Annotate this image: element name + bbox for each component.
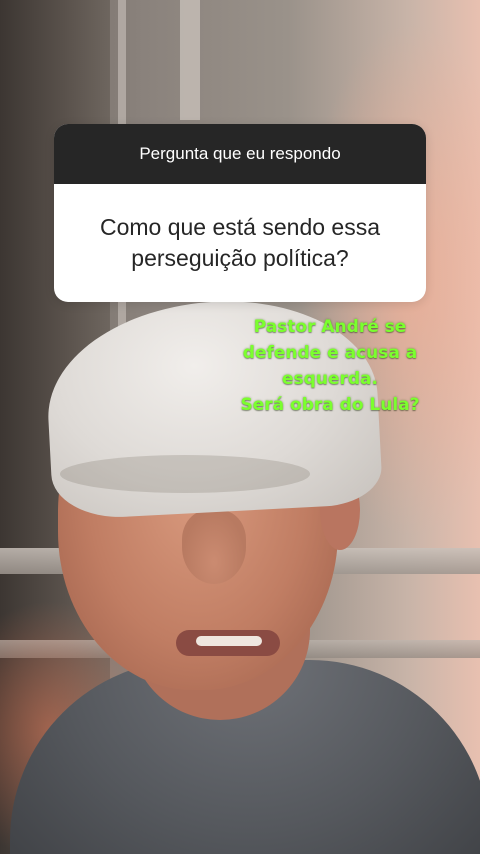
cap-brim-shadow [60, 455, 310, 493]
question-sticker-header: Pergunta que eu respondo [54, 124, 426, 184]
green-caption: Pastor André se defende e acusa a esquer… [222, 314, 438, 418]
person-teeth [196, 636, 262, 646]
question-text-line1: Como que está sendo essa [99, 213, 380, 240]
question-sticker-body: Como que está sendo essa perseguição pol… [54, 184, 426, 302]
caption-line1: Pastor André se [253, 317, 407, 337]
caption-line2: defende e acusa a [242, 343, 418, 363]
caption-line3: esquerda. [282, 369, 378, 389]
person-nose [182, 510, 246, 584]
caption-line4: Será obra do Lula? [240, 395, 420, 415]
question-sticker[interactable]: Pergunta que eu respondo Como que está s… [54, 124, 426, 302]
door-frame-top [180, 0, 200, 120]
question-text-line2: perseguição política? [131, 245, 349, 271]
